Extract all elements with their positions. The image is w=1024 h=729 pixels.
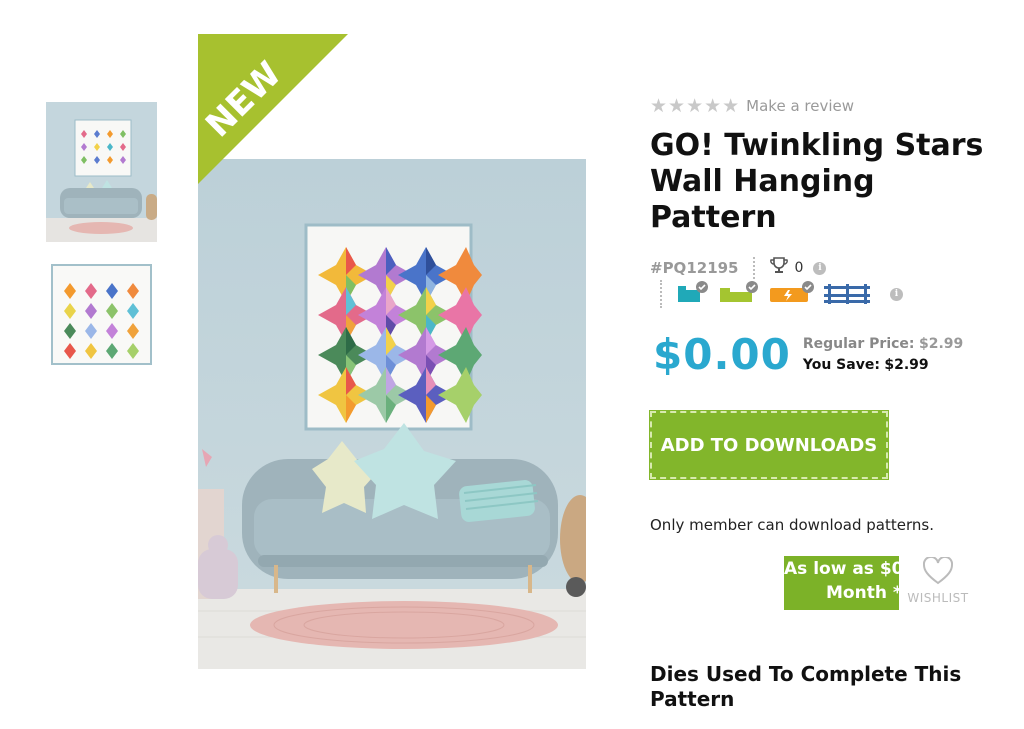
star-rating-icons[interactable]: ★★★★★ xyxy=(650,96,740,116)
member-note: Only member can download patterns. xyxy=(650,516,934,534)
offer-line-1: As low as $0 xyxy=(784,559,899,579)
rating-row: ★★★★★ Make a review xyxy=(650,96,854,116)
compatible-machines-row: i xyxy=(660,280,903,308)
info-icon[interactable]: i xyxy=(890,287,903,301)
teal-machine-icon[interactable] xyxy=(676,280,710,308)
you-save-label: You Save: xyxy=(802,356,880,373)
separator xyxy=(752,257,755,279)
price-block: $0.00 Regular Price: $2.99 You Save: $2.… xyxy=(653,330,963,379)
you-save-value: $2.99 xyxy=(884,356,929,373)
regular-price-value: $2.99 xyxy=(918,335,964,352)
trophy-count: 0 xyxy=(794,260,804,276)
orange-machine-icon[interactable] xyxy=(768,280,814,308)
make-review-link[interactable]: Make a review xyxy=(746,97,854,115)
quilt-thumbnail-image xyxy=(46,243,157,383)
product-sku: #PQ12195 xyxy=(650,259,739,277)
regular-price-label: Regular Price: xyxy=(802,335,915,352)
dies-used-heading: Dies Used To Complete This Pattern xyxy=(650,662,962,711)
thumbnail-room-scene[interactable] xyxy=(46,102,157,242)
blue-machine-icon[interactable] xyxy=(822,280,872,308)
price-details: Regular Price: $2.99 You Save: $2.99 xyxy=(803,334,963,376)
room-scene-thumbnail-image xyxy=(46,102,157,242)
current-price: $0.00 xyxy=(653,330,791,379)
wishlist-label: WISHLIST xyxy=(907,591,969,605)
heart-icon xyxy=(922,555,954,589)
living-room-scene xyxy=(198,159,586,669)
separator xyxy=(660,280,662,308)
info-icon[interactable]: i xyxy=(813,261,827,275)
wishlist-button[interactable]: WISHLIST xyxy=(906,555,970,605)
product-title: GO! Twinkling Stars Wall Hanging Pattern xyxy=(650,128,984,235)
new-badge: NEW xyxy=(198,34,348,184)
trophy-icon xyxy=(769,257,789,279)
sku-row: #PQ12195 0 i xyxy=(650,257,827,279)
thumbnail-quilt[interactable] xyxy=(46,243,157,383)
main-product-image[interactable] xyxy=(198,159,586,669)
membership-offer-button[interactable]: As low as $0 Month * xyxy=(784,556,899,610)
offer-line-2: Month * xyxy=(826,583,899,603)
add-to-downloads-button[interactable]: ADD TO DOWNLOADS xyxy=(649,410,889,480)
lime-machine-icon[interactable] xyxy=(718,280,760,308)
